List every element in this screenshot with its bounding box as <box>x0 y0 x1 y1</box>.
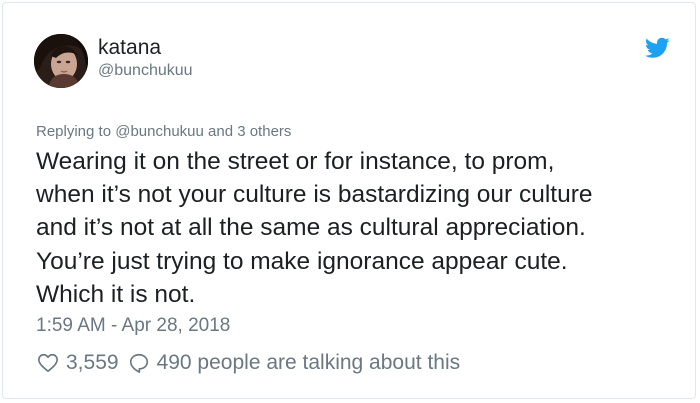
avatar[interactable] <box>34 34 88 88</box>
tweet-actions: 3,559 490 people are talking about this <box>36 349 460 377</box>
twitter-bird-icon[interactable] <box>645 37 670 59</box>
speech-bubble-icon[interactable] <box>127 351 151 375</box>
tweet-card: katana @bunchukuu Replying to @bunchukuu… <box>2 2 696 399</box>
display-name[interactable]: katana <box>98 36 161 60</box>
reply-mention-link[interactable]: @bunchukuu <box>115 123 204 140</box>
heart-icon[interactable] <box>36 351 60 375</box>
talking-about-link[interactable]: 490 people are talking about this <box>157 351 461 375</box>
reply-others-link[interactable]: and 3 others <box>208 123 291 140</box>
replying-to-line: Replying to @bunchukuu and 3 others <box>36 122 291 142</box>
like-count[interactable]: 3,559 <box>66 351 119 375</box>
avatar-photo <box>34 34 88 88</box>
tweet-text: Wearing it on the street or for instance… <box>36 148 593 308</box>
tweet-timestamp[interactable]: 1:59 AM - Apr 28, 2018 <box>36 314 230 338</box>
reply-prefix: Replying to <box>36 123 112 140</box>
user-handle[interactable]: @bunchukuu <box>98 61 193 81</box>
